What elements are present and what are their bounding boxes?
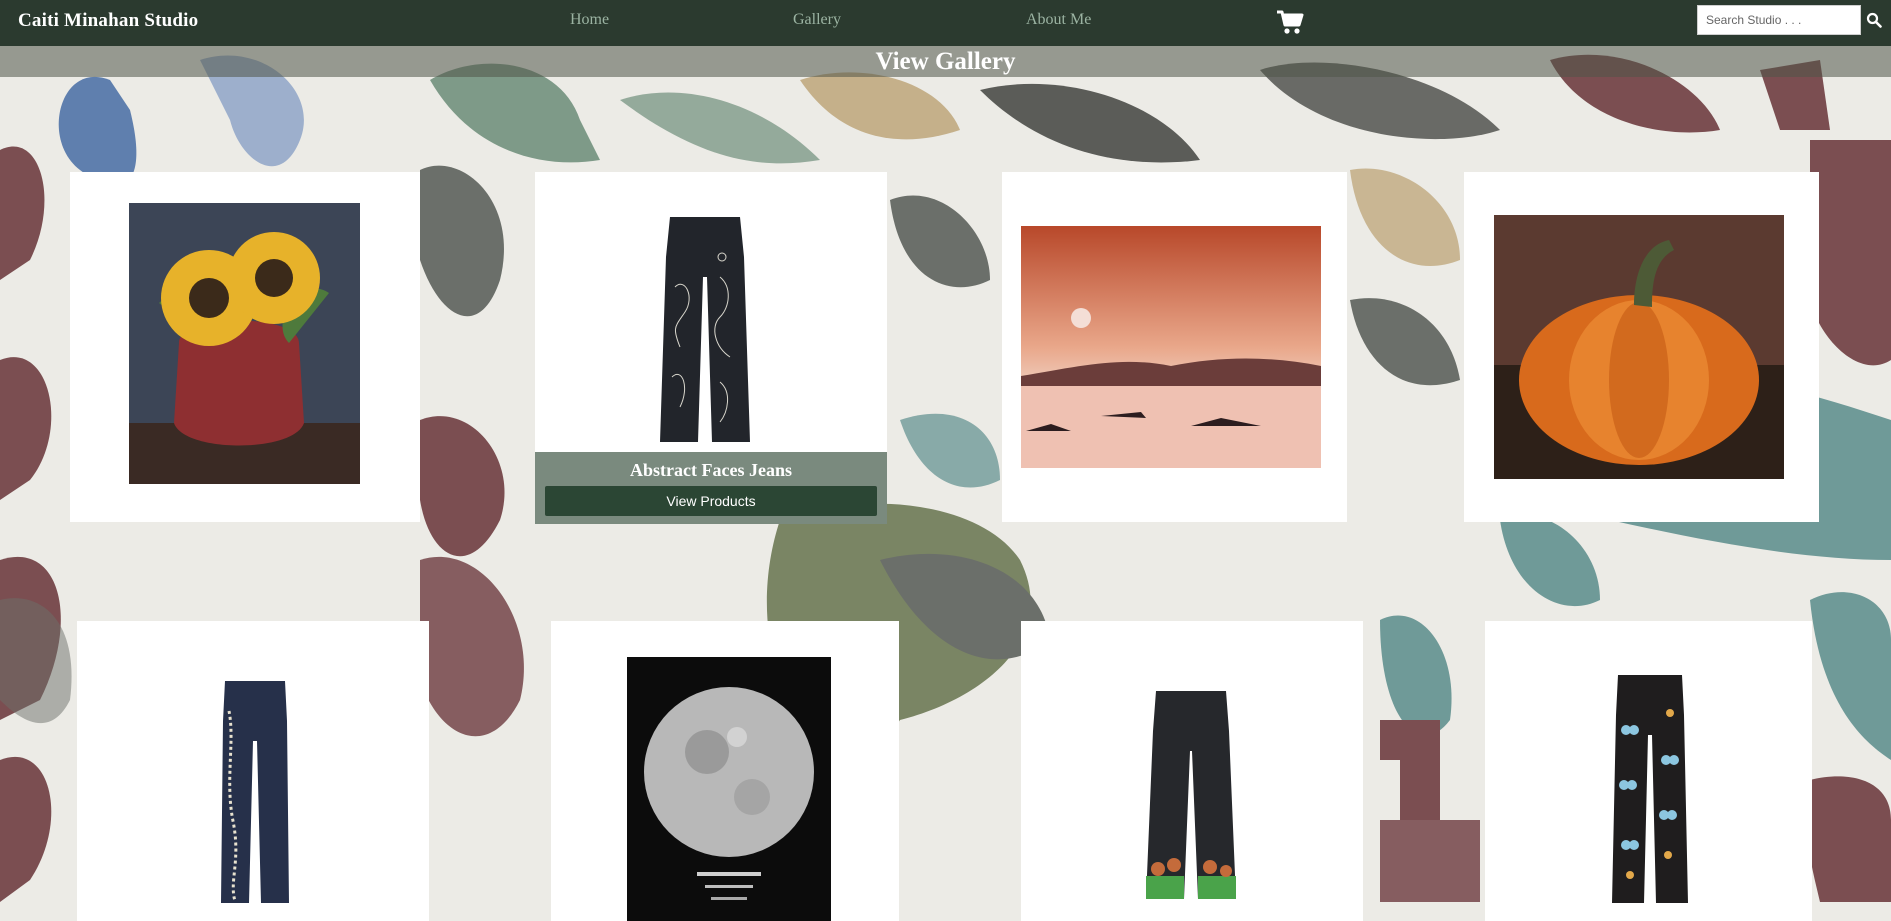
gallery-card-mushroom-jeans[interactable] [1021,621,1363,921]
gallery-card-full-moon[interactable] [551,621,899,921]
view-products-button[interactable]: View Products [545,486,877,516]
card-hover-overlay: Abstract Faces Jeans View Products [535,452,887,524]
page-title: View Gallery [875,48,1016,75]
nav-about-me[interactable]: About Me [1026,11,1091,29]
butterfly-jeans-image [1612,675,1688,903]
nav-home[interactable]: Home [570,11,609,29]
gallery-card-sunset-lake[interactable] [1002,172,1347,522]
nav-gallery[interactable]: Gallery [793,11,841,29]
search-input[interactable] [1697,5,1861,35]
card-title: Abstract Faces Jeans [630,460,792,480]
gallery-header-band: View Gallery [0,46,1891,77]
search-icon[interactable] [1866,12,1882,28]
shopping-cart-icon[interactable] [1276,9,1304,35]
abstract-faces-jeans-image [660,217,750,442]
sunset-lake-painting-image [1021,226,1321,468]
mushroom-hem-jeans-image [1146,691,1236,899]
full-moon-painting-image [627,657,831,921]
sunflowers-painting-image [129,203,360,484]
embroidered-vine-jeans-image [221,681,289,903]
gallery-card-abstract-faces-jeans[interactable]: Abstract Faces Jeans View Products [535,172,887,524]
gallery-card-sunflowers[interactable] [70,172,420,522]
brand-logo[interactable]: Caiti Minahan Studio [18,10,198,32]
top-navbar: Caiti Minahan Studio Home Gallery About … [0,0,1891,46]
pumpkin-painting-image [1494,215,1784,479]
gallery-card-butterfly-jeans[interactable] [1485,621,1812,921]
gallery-card-embroidered-jeans[interactable] [77,621,429,921]
gallery-card-pumpkin[interactable] [1464,172,1819,522]
